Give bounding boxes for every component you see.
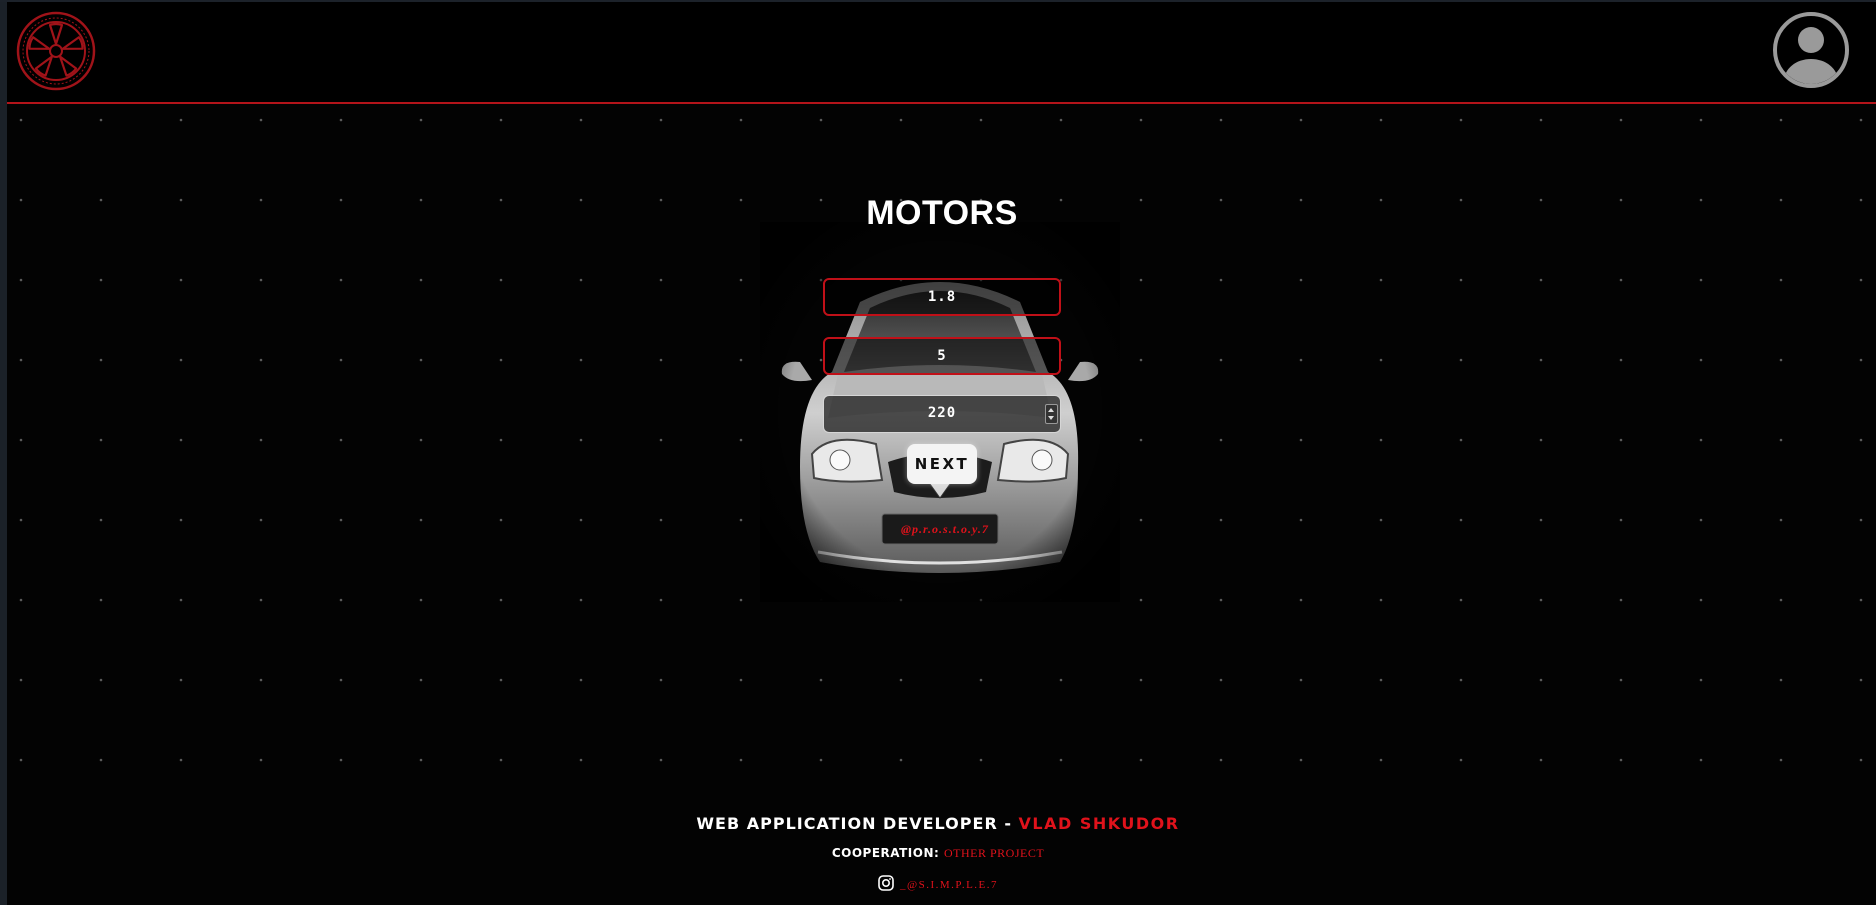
cooperation-label: COOPERATION: [831,846,944,860]
stepper-value: 220 [927,405,957,421]
wheel-rim-icon[interactable] [16,11,96,91]
developer-name: VLAD SHKUDOR [1018,814,1180,833]
next-button[interactable]: NEXT [907,444,977,484]
cooperation-line: COOPERATION: OTHER PROJECT [0,846,1876,861]
window-edge [0,0,7,905]
engine-second-input[interactable]: 5 [823,337,1061,375]
engine-volume-input[interactable]: 1.8 [823,278,1061,316]
other-project-link[interactable]: OTHER PROJECT [944,846,1044,860]
page: MOTORS 1.8 5 220 NEXT @p.r.o.s.t.o.y.7 W… [0,0,1876,905]
instagram-icon[interactable] [878,874,894,891]
developer-credit: WEB APPLICATION DEVELOPER - VLAD SHKUDOR [0,814,1876,833]
page-title: MOTORS [866,194,1018,232]
stepper-arrows-icon[interactable] [1045,404,1058,424]
license-plate-text: @p.r.o.s.t.o.y.7 [901,522,989,536]
developer-label: WEB APPLICATION DEVELOPER - [696,814,1019,833]
instagram-handle-link[interactable]: _@S.I.M.P.L.E.7 [900,879,998,891]
header [7,2,1876,102]
instagram-line: _@S.I.M.P.L.E.7 [0,874,1876,894]
number-stepper-input[interactable]: 220 [823,395,1061,433]
user-avatar-icon[interactable] [1772,11,1850,89]
